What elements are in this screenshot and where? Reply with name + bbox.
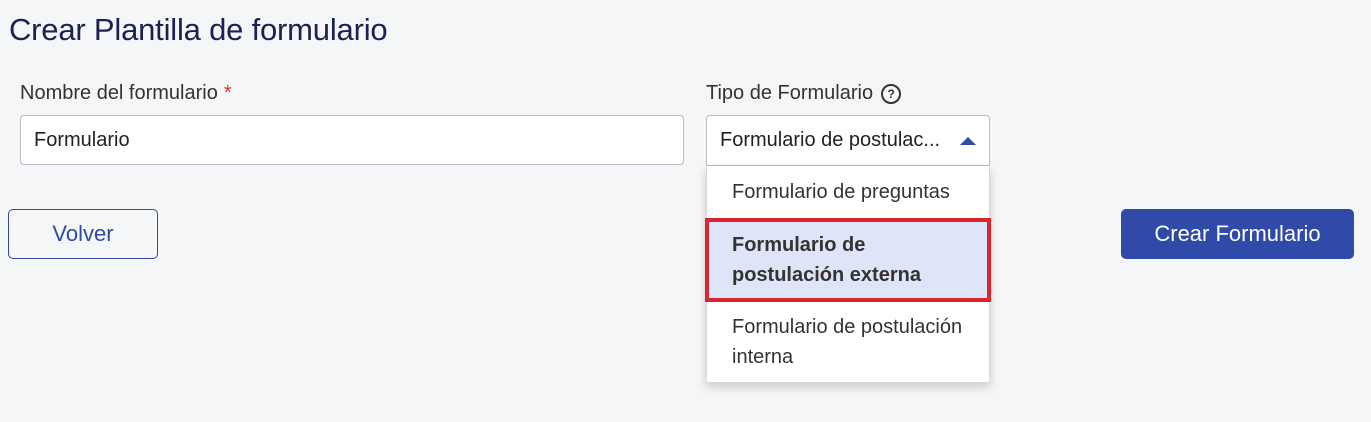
required-asterisk: * (223, 82, 232, 104)
option-label: Formulario de postulación externa (732, 234, 921, 286)
back-button[interactable]: Volver (8, 209, 158, 259)
caret-up-icon (960, 136, 976, 145)
form-name-input[interactable]: Formulario (20, 115, 684, 165)
form-name-value: Formulario (34, 128, 130, 151)
option-formulario-de-postulacion-interna[interactable]: Formulario de postulación interna (707, 302, 989, 382)
option-label: Formulario de preguntas (732, 181, 950, 203)
option-formulario-de-postulacion-externa[interactable]: Formulario de postulación externa (705, 218, 991, 302)
page-title: Crear Plantilla de formulario (9, 12, 388, 47)
form-type-select[interactable]: Formulario de postulac... (706, 115, 990, 166)
form-type-dropdown-menu: Formulario de preguntas Formulario de po… (705, 166, 991, 383)
form-type-label: Tipo de Formulario ? (706, 82, 902, 105)
create-form-button[interactable]: Crear Formulario (1121, 209, 1354, 259)
option-label: Formulario de postulación interna (732, 316, 963, 368)
form-type-selected-value: Formulario de postulac... (720, 129, 941, 151)
create-form-template-page: Crear Plantilla de formulario Nombre del… (0, 0, 1371, 422)
option-formulario-de-preguntas[interactable]: Formulario de preguntas (707, 166, 989, 218)
form-name-label: Nombre del formulario * (20, 82, 232, 105)
form-name-label-text: Nombre del formulario (20, 82, 218, 104)
question-circle-icon[interactable]: ? (881, 83, 902, 104)
form-type-label-text: Tipo de Formulario (706, 82, 874, 104)
